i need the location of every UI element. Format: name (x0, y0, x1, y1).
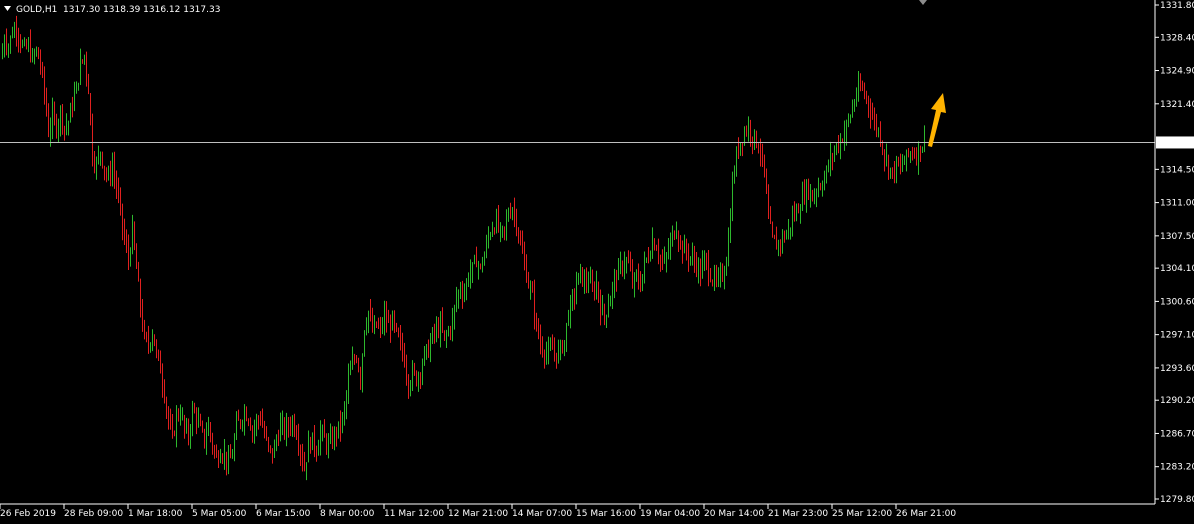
x-tick-label: 1 Mar 18:00 (128, 509, 183, 519)
y-tick-label: 1286.70 (1160, 429, 1194, 439)
ohlc-label: 1317.30 1318.39 1316.12 1317.33 (63, 5, 220, 15)
y-tick-label: 1300.60 (1160, 297, 1194, 307)
x-tick-label: 19 Mar 04:00 (640, 509, 700, 519)
x-tick-label: 11 Mar 12:00 (384, 509, 444, 519)
x-tick-label: 14 Mar 07:00 (512, 509, 572, 519)
y-tick-label: 1290.20 (1160, 396, 1194, 406)
y-tick-label: 1293.60 (1160, 364, 1194, 374)
y-tick-label: 1317.33 (1160, 138, 1194, 148)
x-tick-label: 20 Mar 14:00 (704, 509, 764, 519)
y-tick-label: 1304.10 (1160, 264, 1194, 274)
x-tick-label: 8 Mar 00:00 (320, 509, 375, 519)
y-tick-label: 1311.00 (1160, 199, 1194, 209)
x-tick-label: 28 Feb 09:00 (64, 509, 123, 519)
y-tick-label: 1297.10 (1160, 331, 1194, 341)
y-tick-label: 1307.50 (1160, 232, 1194, 242)
y-tick-label: 1321.40 (1160, 100, 1194, 110)
y-tick-label: 1331.80 (1160, 1, 1194, 11)
y-tick-label: 1314.50 (1160, 165, 1194, 175)
x-tick-label: 5 Mar 05:00 (192, 509, 247, 519)
chart-background (0, 0, 1194, 524)
y-tick-label: 1279.80 (1160, 495, 1194, 505)
price-chart[interactable]: 1331.80 1328.40 1324.90 1321.40 1317.33 1314.… (0, 0, 1194, 524)
y-tick-label: 1324.90 (1160, 67, 1194, 77)
x-tick-label: 6 Mar 15:00 (256, 509, 311, 519)
y-tick-label: 1328.40 (1160, 33, 1194, 43)
x-tick-label: 15 Mar 16:00 (576, 509, 636, 519)
y-tick-label: 1283.20 (1160, 463, 1194, 473)
x-tick-label: 26 Feb 2019 (0, 509, 56, 519)
x-tick-label: 12 Mar 21:00 (448, 509, 508, 519)
x-tick-label: 21 Mar 23:00 (768, 509, 828, 519)
x-tick-label: 25 Mar 12:00 (832, 509, 892, 519)
symbol-label: GOLD,H1 (16, 5, 57, 15)
x-tick-label: 26 Mar 21:00 (896, 509, 956, 519)
